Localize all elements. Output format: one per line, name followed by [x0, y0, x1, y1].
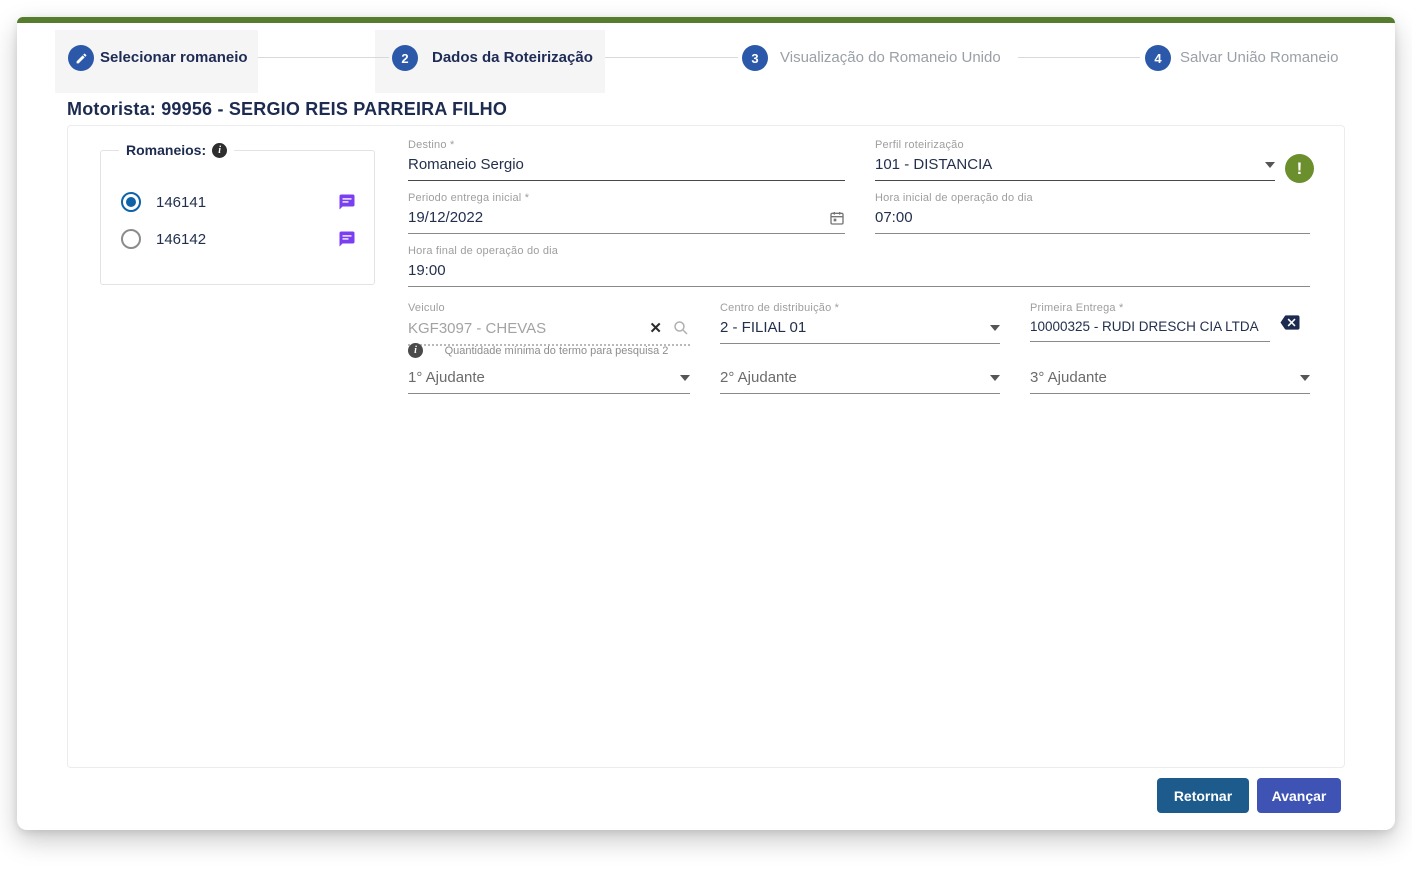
radio-selected-icon[interactable] [121, 192, 141, 212]
step-connector-1 [258, 57, 389, 58]
destino-input[interactable]: Romaneio Sergio [408, 156, 845, 181]
step3-number: 3 [751, 51, 758, 66]
step4-circle[interactable]: 4 [1145, 45, 1171, 71]
veiculo-input[interactable]: KGF3097 - CHEVAS ✕ [408, 319, 690, 346]
romaneios-fieldset: Romaneios: i 146141 146142 [100, 150, 375, 285]
periodo-input[interactable]: 19/12/2022 [408, 209, 845, 234]
destino-field: Destino * Romaneio Sergio [408, 139, 845, 181]
perfil-select[interactable]: 101 - DISTANCIA [875, 156, 1275, 181]
hint-text: Quantidade mínima do termo para pesquisa… [423, 345, 690, 357]
ajudante2-select[interactable]: 2° Ajudante [720, 369, 1000, 394]
hora-final-label: Hora final de operação do dia [408, 245, 1310, 257]
centro-select[interactable]: 2 - FILIAL 01 [720, 319, 1000, 344]
chat-icon[interactable] [338, 230, 356, 248]
ajudante1-select[interactable]: 1° Ajudante [408, 369, 690, 394]
radio-option-146141[interactable]: 146141 [121, 191, 356, 213]
hora-inicial-field: Hora inicial de operação do dia 07:00 [875, 192, 1310, 234]
chevron-down-icon[interactable] [680, 375, 690, 381]
avancar-button[interactable]: Avançar [1257, 778, 1341, 813]
destino-label: Destino * [408, 139, 845, 151]
periodo-entrega-field: Periodo entrega inicial * 19/12/2022 [408, 192, 845, 234]
step-connector-3 [1018, 57, 1140, 58]
romaneios-legend: Romaneios: i [119, 142, 234, 158]
radio-label: 146142 [156, 231, 206, 248]
step4-number: 4 [1154, 51, 1161, 66]
hint-info-icon[interactable]: i [408, 343, 423, 358]
ajudante3-select[interactable]: 3° Ajudante [1030, 369, 1310, 394]
step2-circle[interactable]: 2 [392, 45, 418, 71]
step3-circle[interactable]: 3 [742, 45, 768, 71]
step2-label[interactable]: Dados da Roteirização [432, 49, 593, 66]
retornar-button[interactable]: Retornar [1157, 778, 1249, 813]
step2-number: 2 [401, 51, 408, 66]
centro-label: Centro de distribuição * [720, 302, 1000, 314]
veiculo-label: Veiculo [408, 302, 690, 314]
romaneios-legend-text: Romaneios: [126, 142, 206, 158]
chevron-down-icon[interactable] [1265, 162, 1275, 168]
top-accent-bar [17, 17, 1395, 23]
pencil-icon [75, 52, 88, 65]
centro-distribuicao-field: Centro de distribuição * 2 - FILIAL 01 [720, 302, 1000, 344]
hora-inicial-input[interactable]: 07:00 [875, 209, 1310, 234]
primeira-entrega-label: Primeira Entrega * [1030, 302, 1270, 314]
chat-icon[interactable] [338, 193, 356, 211]
backspace-clear-icon[interactable] [1278, 313, 1302, 332]
app-card: Selecionar romaneio 2 Dados da Roteiriza… [17, 17, 1395, 830]
veiculo-field: Veiculo KGF3097 - CHEVAS ✕ [408, 302, 690, 346]
step-connector-2 [605, 57, 738, 58]
perfil-roteirizacao-field: Perfil roteirização 101 - DISTANCIA [875, 139, 1275, 181]
step4-label[interactable]: Salvar União Romaneio [1180, 49, 1338, 66]
primeira-entrega-input[interactable]: 10000325 - RUDI DRESCH CIA LTDA [1030, 319, 1270, 342]
search-icon[interactable] [672, 319, 690, 337]
radio-option-146142[interactable]: 146142 [121, 228, 356, 250]
step1-circle[interactable] [68, 45, 94, 71]
step1-label[interactable]: Selecionar romaneio [100, 49, 248, 66]
chevron-down-icon[interactable] [990, 375, 1000, 381]
hora-final-input[interactable]: 19:00 [408, 262, 1310, 287]
page-title: Motorista: 99956 - SERGIO REIS PARREIRA … [67, 99, 507, 120]
radio-unselected-icon[interactable] [121, 229, 141, 249]
ajudante3-input[interactable]: 3° Ajudante [1030, 369, 1310, 394]
hora-final-field: Hora final de operação do dia 19:00 [408, 245, 1310, 287]
chevron-down-icon[interactable] [1300, 375, 1310, 381]
hora-inicial-label: Hora inicial de operação do dia [875, 192, 1310, 204]
ajudante2-input[interactable]: 2° Ajudante [720, 369, 1000, 394]
radio-label: 146141 [156, 194, 206, 211]
alert-icon[interactable]: ! [1285, 154, 1314, 183]
periodo-label: Periodo entrega inicial * [408, 192, 845, 204]
calendar-icon[interactable] [829, 210, 845, 226]
clear-x-icon[interactable]: ✕ [649, 319, 662, 337]
primeira-entrega-field: Primeira Entrega * 10000325 - RUDI DRESC… [1030, 302, 1270, 342]
perfil-label: Perfil roteirização [875, 139, 1275, 151]
chevron-down-icon[interactable] [990, 325, 1000, 331]
ajudante1-input[interactable]: 1° Ajudante [408, 369, 690, 394]
step3-label[interactable]: Visualização do Romaneio Unido [780, 49, 1001, 66]
veiculo-hint: i Quantidade mínima do termo para pesqui… [408, 343, 690, 358]
info-icon[interactable]: i [212, 143, 227, 158]
